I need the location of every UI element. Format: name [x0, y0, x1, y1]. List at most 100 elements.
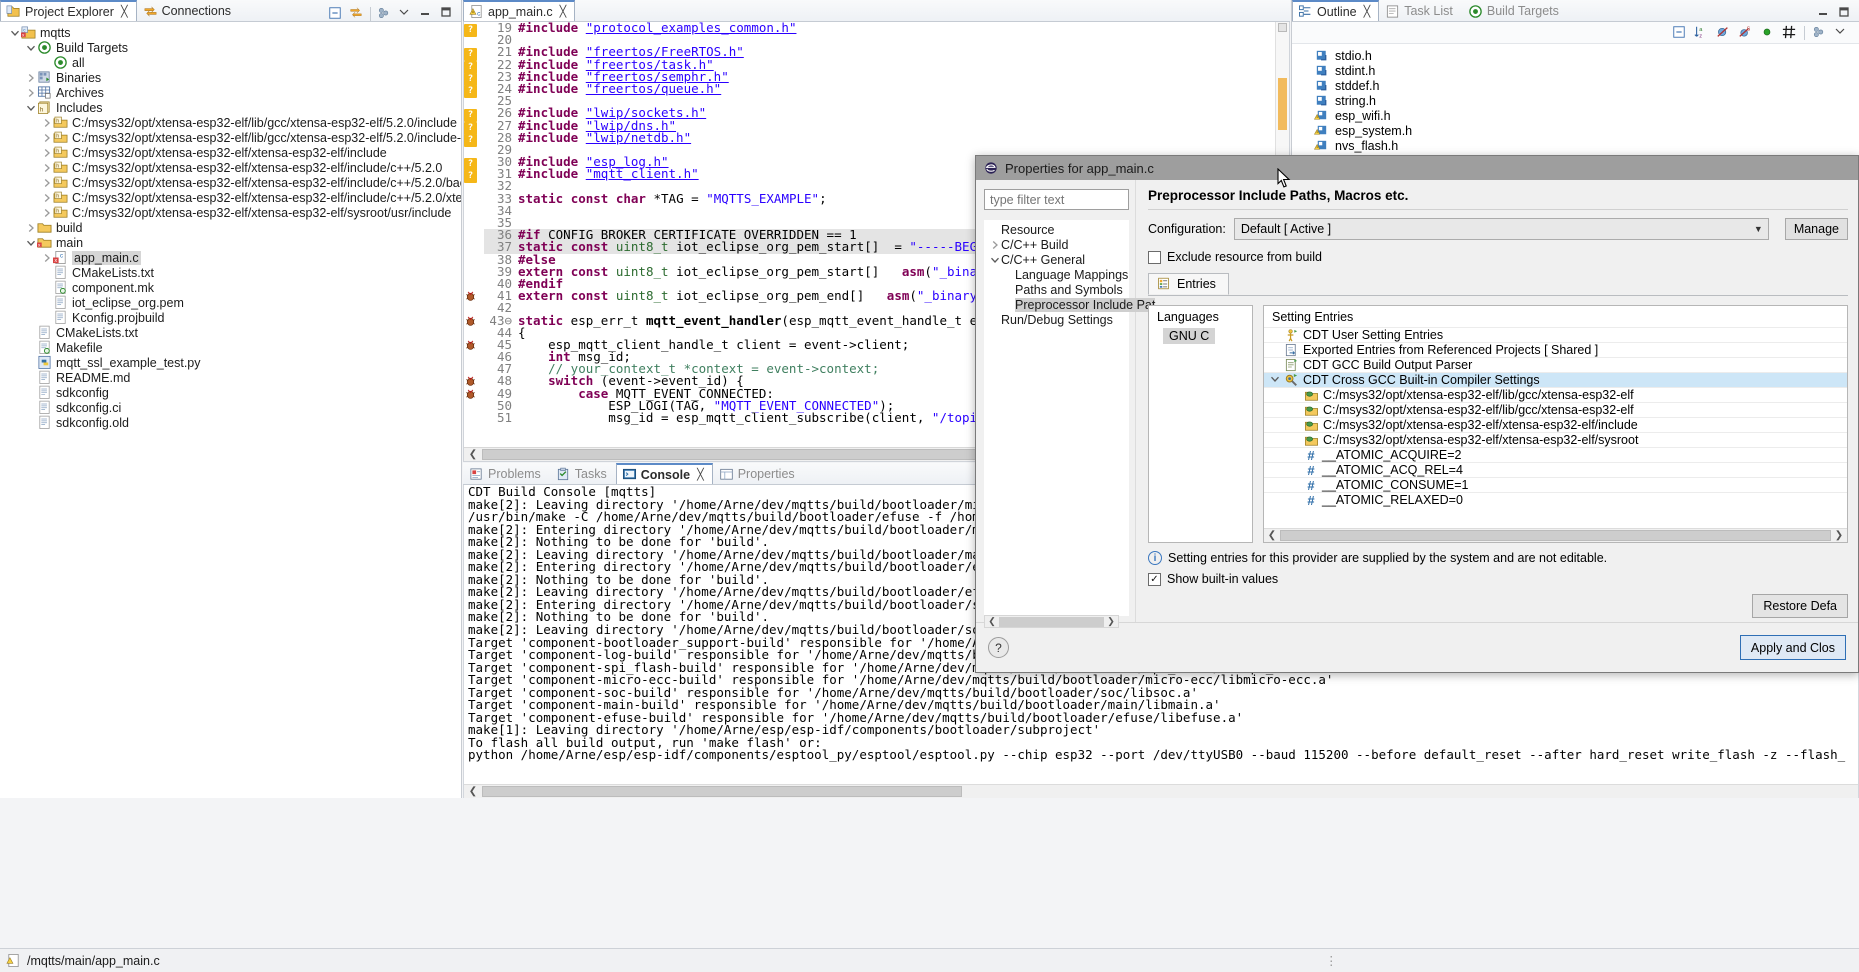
- tab-task-list[interactable]: Task List: [1379, 0, 1462, 21]
- tab-build-targets[interactable]: Build Targets: [1462, 0, 1568, 21]
- tree-item[interactable]: h C:/msys32/opt/xtensa-esp32-elf/xtensa-e…: [0, 175, 461, 190]
- outline-item[interactable]: nvs_flash.h: [1292, 138, 1859, 153]
- dialog-settings-tree[interactable]: Resource C/C++ Build C/C++ General Language…: [984, 220, 1156, 616]
- tree-item[interactable]: build: [0, 220, 461, 235]
- tab-connections[interactable]: Connections: [137, 0, 241, 21]
- show-builtin-checkbox[interactable]: ✓: [1148, 572, 1161, 586]
- twisty-expanded-icon[interactable]: [8, 26, 21, 39]
- hide-macros-icon[interactable]: [1782, 25, 1797, 40]
- tab-entries[interactable]: Entries: [1148, 273, 1229, 295]
- twisty-collapsed-icon[interactable]: [40, 131, 53, 144]
- scroll-thumb[interactable]: [482, 786, 962, 797]
- tree-item[interactable]: iot_eclipse_org.pem: [0, 295, 461, 310]
- tree-item[interactable]: h C:/msys32/opt/xtensa-esp32-elf/lib/gcc/…: [0, 115, 461, 130]
- twisty-collapsed-icon[interactable]: [988, 238, 1001, 251]
- maximize-icon[interactable]: [440, 6, 455, 21]
- twisty-collapsed-icon[interactable]: [40, 191, 53, 204]
- setting-entries-list[interactable]: CDT User Setting Entries Exported Entries…: [1264, 327, 1847, 528]
- twisty-collapsed-icon[interactable]: [40, 176, 53, 189]
- dialog-tree-item[interactable]: C/C++ Build: [984, 237, 1129, 252]
- close-icon[interactable]: ╳: [697, 468, 704, 481]
- tree-item[interactable]: h C:/msys32/opt/xtensa-esp32-elf/xtensa-e…: [0, 205, 461, 220]
- dialog-tree-item[interactable]: C/C++ General: [984, 252, 1129, 267]
- twisty-collapsed-icon[interactable]: [40, 251, 53, 264]
- hide-fields-icon[interactable]: [1716, 25, 1731, 40]
- code-line[interactable]: ? 19 #include "protocol_examples_common.h": [464, 22, 1289, 37]
- scroll-left-arrow[interactable]: ❮: [464, 449, 482, 460]
- twisty-collapsed-icon[interactable]: [40, 146, 53, 159]
- close-icon[interactable]: ╳: [121, 5, 128, 18]
- minimize-icon[interactable]: [1817, 6, 1832, 21]
- tree-item[interactable]: CMakeLists.txt: [0, 325, 461, 340]
- tab-properties[interactable]: Properties: [713, 463, 804, 484]
- tab-problems[interactable]: Problems: [463, 463, 550, 484]
- tree-item[interactable]: Kconfig.projbuild: [0, 310, 461, 325]
- dialog-tree-item[interactable]: Resource: [984, 222, 1129, 237]
- sort-az-icon[interactable]: az: [1694, 25, 1709, 40]
- tree-item[interactable]: README.md: [0, 370, 461, 385]
- dialog-tree-item[interactable]: Preprocessor Include Pat: [984, 297, 1156, 312]
- setting-entries-hscrollbar[interactable]: ❮ ❯: [1264, 528, 1847, 542]
- tab-tasks[interactable]: Tasks: [550, 463, 616, 484]
- code-line[interactable]: ? 28 #include "lwip/netdb.h": [464, 131, 1289, 147]
- close-icon[interactable]: ╳: [1364, 5, 1371, 18]
- tree-item[interactable]: Binaries: [0, 70, 461, 85]
- code-line[interactable]: ? 24 #include "freertos/queue.h": [464, 82, 1289, 98]
- exclude-resource-checkbox[interactable]: [1148, 250, 1161, 264]
- twisty-collapsed-icon[interactable]: [40, 161, 53, 174]
- twisty-collapsed-icon[interactable]: [40, 206, 53, 219]
- apply-and-close-button[interactable]: Apply and Clos: [1739, 635, 1846, 660]
- scroll-right-arrow[interactable]: ❯: [1831, 530, 1847, 541]
- tree-item[interactable]: h C:/msys32/opt/xtensa-esp32-elf/lib/gcc/…: [0, 130, 461, 145]
- filter-input[interactable]: [984, 189, 1129, 210]
- setting-entry-row[interactable]: C:/msys32/opt/xtensa-esp32-elf/lib/gcc/x…: [1264, 402, 1847, 417]
- twisty-expanded-icon[interactable]: [24, 41, 37, 54]
- tree-item[interactable]: all: [0, 55, 461, 70]
- setting-entry-row[interactable]: # __ATOMIC_RELAXED=0: [1264, 492, 1847, 508]
- setting-entry-row[interactable]: # __ATOMIC_CONSUME=1: [1264, 477, 1847, 493]
- manage-configurations-button[interactable]: Manage: [1784, 218, 1848, 240]
- minimize-icon[interactable]: [419, 6, 434, 21]
- setting-entry-row[interactable]: # __ATOMIC_ACQUIRE=2: [1264, 447, 1847, 463]
- setting-entry-row[interactable]: Exported Entries from Referenced Project…: [1264, 342, 1847, 357]
- collapse-all-icon[interactable]: [328, 6, 343, 21]
- scroll-thumb[interactable]: [1280, 530, 1831, 541]
- link-editor-icon[interactable]: [349, 6, 364, 21]
- scroll-up-arrow[interactable]: [1278, 23, 1287, 32]
- link-editor-icon[interactable]: [1812, 25, 1827, 40]
- setting-entry-row[interactable]: CDT GCC Build Output Parser: [1264, 357, 1847, 372]
- maximize-icon[interactable]: [1838, 6, 1853, 21]
- tree-item[interactable]: c x mqtts: [0, 25, 461, 40]
- tree-item[interactable]: h C:/msys32/opt/xtensa-esp32-elf/xtensa-e…: [0, 160, 461, 175]
- language-item-gnu-c[interactable]: GNU C: [1163, 328, 1216, 344]
- tree-item[interactable]: sdkconfig.ci: [0, 400, 461, 415]
- setting-entry-row[interactable]: C:/msys32/opt/xtensa-esp32-elf/lib/gcc/x…: [1264, 387, 1847, 402]
- show-builtin-row[interactable]: ✓ Show built-in values: [1148, 572, 1848, 586]
- scroll-left-arrow[interactable]: ❮: [1264, 530, 1280, 541]
- twisty-expanded-icon[interactable]: [1268, 373, 1281, 386]
- tab-app-main-c[interactable]: c app_main.c ╳: [463, 0, 576, 21]
- restore-defaults-button[interactable]: Restore Defa: [1752, 594, 1848, 618]
- configuration-select[interactable]: Default [ Active ] ▼: [1233, 218, 1769, 240]
- twisty-collapsed-icon[interactable]: [24, 71, 37, 84]
- tree-item[interactable]: component.mk: [0, 280, 461, 295]
- hide-nonpublic-icon[interactable]: [1760, 25, 1775, 40]
- view-menu-icon[interactable]: [377, 6, 392, 21]
- outline-item[interactable]: stdio.h: [1292, 48, 1859, 63]
- tree-item[interactable]: Archives: [0, 85, 461, 100]
- tab-outline[interactable]: Outline ╳: [1292, 0, 1380, 21]
- exclude-resource-row[interactable]: Exclude resource from build: [1148, 250, 1848, 264]
- tab-console[interactable]: Console ╳: [615, 463, 713, 484]
- twisty-expanded-icon[interactable]: [24, 101, 37, 114]
- dialog-tree-item[interactable]: Run/Debug Settings: [984, 312, 1129, 327]
- scroll-thumb[interactable]: [999, 616, 1104, 627]
- tree-item[interactable]: h C:/msys32/opt/xtensa-esp32-elf/xtensa-e…: [0, 145, 461, 160]
- setting-entry-row[interactable]: C:/msys32/opt/xtensa-esp32-elf/xtensa-es…: [1264, 432, 1847, 447]
- chevron-down-icon[interactable]: [398, 6, 413, 21]
- twisty-expanded-icon[interactable]: [988, 253, 1001, 266]
- tree-item[interactable]: x main: [0, 235, 461, 250]
- twisty-collapsed-icon[interactable]: [24, 221, 37, 234]
- dialog-titlebar[interactable]: Properties for app_main.c: [976, 156, 1858, 180]
- tree-item[interactable]: Build Targets: [0, 40, 461, 55]
- tree-item[interactable]: sdkconfig: [0, 385, 461, 400]
